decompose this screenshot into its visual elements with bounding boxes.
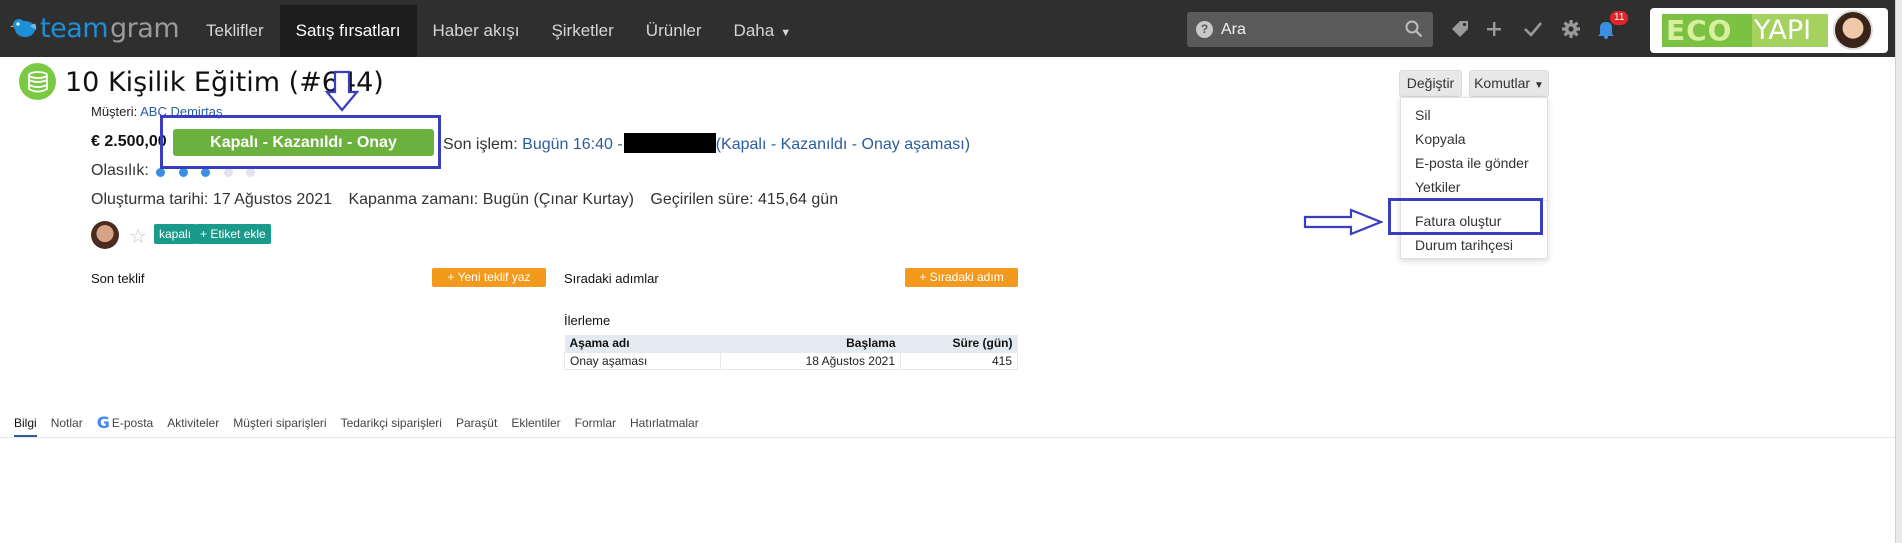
next-steps-label: Sıradaki adımlar bbox=[564, 271, 659, 286]
progress-table: Aşama adı Başlama Süre (gün) Onay aşamas… bbox=[564, 335, 1018, 370]
cell-start: 18 Ağustos 2021 bbox=[720, 351, 901, 370]
last-operation: Son işlem: Bugün 16:40 - (Kapalı - Kazanı… bbox=[443, 133, 970, 154]
database-icon bbox=[19, 63, 56, 100]
plus-icon[interactable] bbox=[1483, 18, 1505, 40]
commands-label: Komutlar bbox=[1474, 75, 1531, 91]
probability-dot[interactable] bbox=[156, 168, 165, 177]
table-row: Onay aşaması 18 Ağustos 2021 415 bbox=[564, 351, 1018, 370]
tab-aktiviteler[interactable]: Aktiviteler bbox=[167, 415, 219, 437]
tab-notlar[interactable]: Notlar bbox=[51, 415, 83, 437]
next-step-button[interactable]: + Sıradaki adım bbox=[905, 268, 1018, 287]
created-date: Oluşturma tarihi: 17 Ağustos 2021 bbox=[91, 191, 333, 208]
nav-item-daha[interactable]: Daha ▼ bbox=[718, 5, 808, 57]
probability-dots[interactable] bbox=[156, 168, 269, 177]
gear-icon[interactable] bbox=[1560, 18, 1582, 40]
menu-item-yetkiler[interactable]: Yetkiler bbox=[1415, 179, 1460, 195]
help-icon[interactable]: ? bbox=[1196, 21, 1213, 38]
caret-down-icon: ▼ bbox=[1534, 80, 1544, 91]
search-input[interactable] bbox=[1221, 20, 1396, 39]
top-navbar: team gram Teklifler Satış fırsatları Habe… bbox=[0, 0, 1895, 57]
deal-dates: Oluşturma tarihi: 17 Ağustos 2021 Kapanm… bbox=[91, 191, 850, 209]
probability-dot[interactable] bbox=[201, 168, 210, 177]
col-header-start: Başlama bbox=[720, 335, 901, 352]
annotation-box-invoice bbox=[1388, 198, 1543, 235]
tab-eposta[interactable]: G E-posta bbox=[97, 415, 154, 437]
tag-kapali[interactable]: kapalı bbox=[154, 224, 197, 244]
logo-text-team: team bbox=[40, 12, 109, 44]
notification-count-badge: 11 bbox=[1610, 11, 1629, 25]
probability-dot[interactable] bbox=[178, 168, 188, 177]
menu-item-durum-tarihcesi[interactable]: Durum tarihçesi bbox=[1415, 237, 1513, 253]
tab-formlar[interactable]: Formlar bbox=[575, 415, 616, 437]
owner-avatar[interactable] bbox=[91, 221, 119, 249]
check-icon[interactable] bbox=[1522, 18, 1544, 40]
search-box[interactable]: ? bbox=[1187, 12, 1433, 47]
closed-date: Kapanma zamanı: Bugün (Çınar Kurtay) bbox=[348, 191, 634, 208]
teamgram-logo[interactable]: team gram bbox=[10, 12, 180, 44]
company-logo-part1: ECO bbox=[1666, 14, 1733, 47]
tab-parasut[interactable]: Paraşüt bbox=[456, 415, 497, 437]
menu-item-eposta-gonder[interactable]: E-posta ile gönder bbox=[1415, 155, 1529, 171]
company-logo-part2: YAPI bbox=[1754, 15, 1812, 46]
google-icon: G bbox=[96, 413, 110, 432]
detail-tabs: Bilgi Notlar G E-posta Aktiviteler Müşter… bbox=[14, 415, 713, 437]
col-header-duration: Süre (gün) bbox=[900, 335, 1018, 352]
add-tag-button[interactable]: + Etiket ekle bbox=[195, 224, 271, 244]
customer-label: Müşteri: bbox=[91, 104, 138, 119]
tag-icon[interactable] bbox=[1449, 18, 1471, 40]
caret-down-icon: ▼ bbox=[780, 27, 792, 39]
window-scrollbar[interactable] bbox=[1895, 0, 1902, 543]
cell-duration: 415 bbox=[900, 351, 1018, 370]
nav-item-teklifler[interactable]: Teklifler bbox=[190, 5, 280, 57]
elapsed-time: Geçirilen süre: 415,64 gün bbox=[650, 191, 839, 208]
cell-stage: Onay aşaması bbox=[564, 351, 721, 370]
tab-tedarikci-siparisleri[interactable]: Tedarikçi siparişleri bbox=[341, 415, 442, 437]
progress-label: İlerleme bbox=[564, 313, 611, 328]
last-offer-label: Son teklif bbox=[91, 271, 145, 286]
edit-button[interactable]: Değiştir bbox=[1399, 70, 1462, 97]
new-offer-button[interactable]: + Yeni teklif yaz bbox=[432, 268, 546, 287]
nav-item-urunler[interactable]: Ürünler bbox=[630, 5, 718, 57]
commands-button[interactable]: Komutlar ▼ bbox=[1469, 70, 1549, 97]
main-nav: Teklifler Satış fırsatları Haber akışı Ş… bbox=[190, 5, 807, 57]
nav-item-daha-label: Daha bbox=[733, 21, 775, 40]
probability-dot[interactable] bbox=[246, 168, 255, 177]
tab-musteri-siparisleri[interactable]: Müşteri siparişleri bbox=[233, 415, 326, 437]
col-header-stage: Aşama adı bbox=[564, 335, 721, 352]
logo-text-gram: gram bbox=[110, 12, 180, 44]
last-op-time[interactable]: Bugün 16:40 - bbox=[522, 136, 623, 153]
bird-logo-icon bbox=[10, 19, 37, 37]
nav-item-satis-firsatlari[interactable]: Satış fırsatları bbox=[279, 5, 417, 57]
tab-bilgi[interactable]: Bilgi bbox=[14, 415, 37, 437]
probability-dot[interactable] bbox=[223, 168, 233, 177]
nav-item-haber-akisi[interactable]: Haber akışı bbox=[417, 5, 536, 57]
annotation-box-stage bbox=[160, 115, 441, 169]
star-icon[interactable]: ☆ bbox=[129, 224, 147, 249]
tab-eposta-label: E-posta bbox=[111, 416, 154, 430]
menu-item-sil[interactable]: Sil bbox=[1415, 107, 1431, 123]
tab-eklentiler[interactable]: Eklentiler bbox=[511, 415, 560, 437]
last-op-stage[interactable]: (Kapalı - Kazanıldı - Onay aşaması) bbox=[716, 136, 970, 153]
tabs-divider bbox=[0, 437, 1895, 438]
probability-label: Olasılık: bbox=[91, 162, 149, 179]
annotation-right-arrow-icon bbox=[1303, 208, 1383, 236]
nav-item-sirketler[interactable]: Şirketler bbox=[535, 5, 629, 57]
annotation-down-arrow-icon bbox=[325, 70, 359, 112]
search-icon[interactable] bbox=[1405, 20, 1423, 38]
deal-amount: € 2.500,00 bbox=[91, 133, 167, 150]
tab-hatirlatmalar[interactable]: Hatırlatmalar bbox=[630, 415, 699, 437]
company-logo: ECO YAPI bbox=[1662, 14, 1828, 47]
menu-item-kopyala[interactable]: Kopyala bbox=[1415, 131, 1466, 147]
account-menu[interactable]: ECO YAPI bbox=[1650, 8, 1888, 53]
last-op-label: Son işlem: bbox=[443, 136, 518, 153]
redacted-user bbox=[623, 133, 716, 153]
user-avatar[interactable] bbox=[1833, 10, 1873, 50]
